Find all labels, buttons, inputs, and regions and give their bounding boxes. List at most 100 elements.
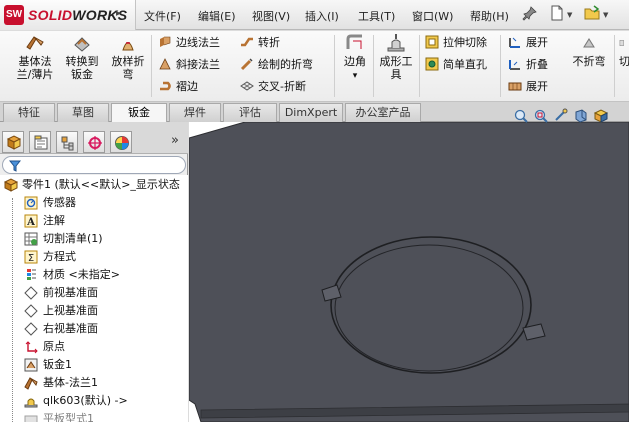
part-icon (4, 178, 18, 192)
view-orientation-icon[interactable] (593, 108, 609, 124)
convert-to-sheet-metal-button[interactable]: 转换到 钣金 (60, 33, 104, 81)
material-icon (27, 269, 36, 280)
configuration-manager-icon (61, 136, 74, 151)
new-document-icon[interactable] (548, 5, 566, 23)
new-dropdown-icon[interactable]: ▼ (567, 11, 572, 19)
title-bar: SW SOLIDWORKS ▸ 文件(F) 编辑(E) 视图(V) 插入(I) … (0, 0, 629, 30)
dimxpert-manager-tab[interactable] (83, 131, 105, 153)
panel-expand-chevron-icon[interactable]: » (171, 133, 179, 148)
tree-item-material[interactable]: 材质 <未指定> (0, 266, 188, 284)
ribbon-separator (614, 35, 615, 97)
flatten-button[interactable]: 展开 (508, 78, 548, 96)
sketched-bend-button[interactable]: 绘制的折弯 (240, 56, 313, 74)
configuration-manager-tab[interactable] (56, 131, 78, 153)
tree-item-annotations[interactable]: A 注解 (0, 212, 188, 230)
corners-icon (346, 34, 362, 49)
ribbon-separator (151, 35, 152, 97)
graphics-viewport[interactable] (189, 122, 629, 422)
corners-button[interactable]: 边角 ▾ (338, 33, 372, 83)
open-folder-icon[interactable] (584, 5, 602, 23)
edge-flange-icon (160, 36, 171, 47)
no-bends-icon (583, 38, 595, 48)
miter-flange-icon (159, 58, 171, 70)
base-flange-button[interactable]: 基体法 兰/薄片 (12, 33, 58, 81)
property-manager-icon (34, 135, 48, 150)
equation-icon: Σ (24, 250, 38, 264)
edge-flange-button[interactable]: 边线法兰 (158, 34, 220, 52)
forming-tool-button[interactable]: 成形工具 (376, 33, 416, 81)
base-flange-icon (26, 36, 44, 50)
cross-break-button[interactable]: 交叉-折断 (240, 78, 306, 96)
ribbon-separator (334, 35, 335, 97)
plane-icon (24, 286, 38, 300)
tree-item-forming-tool[interactable]: qlk603(默认) -> (0, 392, 188, 410)
feature-manager-icon (6, 135, 22, 150)
sheet-metal-icon (24, 358, 38, 372)
tree-item-front-plane[interactable]: 前视基准面 (0, 284, 188, 302)
open-dropdown-icon[interactable]: ▼ (603, 11, 608, 19)
tree-item-sheet-metal[interactable]: 钣金1 (0, 356, 188, 374)
tree-item-equations[interactable]: Σ 方程式 (0, 248, 188, 266)
menu-help[interactable]: 帮助(H) (470, 8, 509, 24)
tab-dimxpert[interactable]: DimXpert (279, 103, 343, 122)
tree-item-part[interactable]: 零件1 (默认<<默认>_显示状态 (0, 176, 188, 194)
plane-icon (24, 304, 38, 318)
tree-item-cut-list[interactable]: 切割清单(1) (0, 230, 188, 248)
manager-tabs: » (0, 122, 188, 154)
tree-item-flat-pattern[interactable]: 平板型式1 (0, 410, 188, 422)
extruded-cut-icon (425, 35, 439, 49)
menu-view[interactable]: 视图(V) (252, 8, 290, 24)
menu-expand-arrow-icon[interactable]: ▸ (116, 8, 121, 19)
dimxpert-manager-icon (88, 136, 102, 150)
convert-to-sheet-metal-icon (74, 37, 90, 52)
extruded-cut-button[interactable]: 拉伸切除 (425, 34, 487, 52)
zoom-to-fit-icon[interactable] (513, 108, 529, 124)
pin-icon[interactable] (521, 5, 539, 23)
svg-text:A: A (26, 217, 35, 228)
unfold-button[interactable]: 展开 (508, 34, 548, 52)
tab-weldments[interactable]: 焊件 (169, 103, 221, 122)
menu-tools[interactable]: 工具(T) (358, 8, 395, 24)
tab-sketch[interactable]: 草图 (57, 103, 109, 122)
tree-item-base-flange[interactable]: 基体-法兰1 (0, 374, 188, 392)
feature-manager-tab[interactable] (2, 131, 24, 153)
feature-tree-filter[interactable] (2, 156, 186, 174)
section-view-icon[interactable] (573, 108, 589, 124)
tree-item-sensors[interactable]: 传感器 (0, 194, 188, 212)
cut-icon (619, 40, 624, 46)
ribbon-separator (500, 35, 501, 97)
menu-file[interactable]: 文件(F) (144, 8, 181, 24)
jog-button[interactable]: 转折 (240, 34, 280, 52)
ribbon-separator (373, 35, 374, 97)
no-bends-button[interactable]: 不折弯 (566, 33, 612, 68)
hem-icon (160, 81, 171, 91)
sensor-icon (24, 196, 38, 210)
cross-break-icon (240, 81, 254, 91)
previous-view-icon[interactable] (553, 108, 569, 124)
simple-hole-icon (425, 57, 439, 71)
display-manager-tab[interactable] (110, 131, 132, 153)
simple-hole-button[interactable]: 简单直孔 (425, 56, 487, 74)
tab-sheet-metal[interactable]: 钣金 (111, 103, 167, 123)
tab-office-products[interactable]: 办公室产品 (345, 103, 421, 122)
ribbon-overflow-button[interactable]: 切 (619, 33, 629, 68)
tree-item-right-plane[interactable]: 右视基准面 (0, 320, 188, 338)
tab-evaluate[interactable]: 评估 (223, 103, 277, 122)
tree-item-origin[interactable]: 原点 (0, 338, 188, 356)
filter-icon (9, 160, 21, 172)
lofted-bend-icon (122, 42, 134, 51)
zoom-to-area-icon[interactable] (533, 108, 549, 124)
tree-item-top-plane[interactable]: 上视基准面 (0, 302, 188, 320)
tab-features[interactable]: 特征 (3, 103, 55, 122)
fold-button[interactable]: 折叠 (508, 56, 548, 74)
menu-edit[interactable]: 编辑(E) (198, 8, 236, 24)
menu-window[interactable]: 窗口(W) (412, 8, 453, 24)
menu-insert[interactable]: 插入(I) (305, 8, 339, 24)
miter-flange-button[interactable]: 斜接法兰 (158, 56, 220, 74)
hem-button[interactable]: 褶边 (158, 78, 198, 96)
feature-manager-panel: » 零件1 (默认<<默认>_显示状态 传感器 A 注解 切割清单(1) Σ 方… (0, 122, 188, 422)
lofted-bend-button[interactable]: 放样折弯 (107, 33, 149, 81)
property-manager-tab[interactable] (29, 131, 51, 153)
sheet-metal-model (189, 122, 629, 422)
corners-dropdown-icon[interactable]: ▾ (353, 71, 358, 81)
